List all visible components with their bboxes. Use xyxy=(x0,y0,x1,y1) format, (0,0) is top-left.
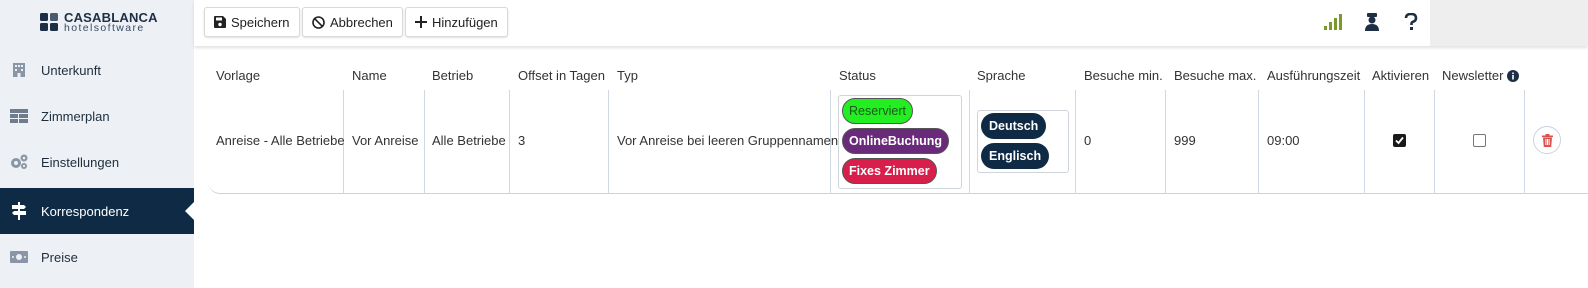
col-header-besuche-min[interactable]: Besuche min. xyxy=(1084,68,1163,83)
cell-ausfuehrungszeit: 09:00 xyxy=(1267,133,1300,148)
save-button[interactable]: Speichern xyxy=(204,7,300,37)
save-label: Speichern xyxy=(231,14,290,30)
sidebar: CASABLANCA hotelsoftware Unterkunft Zimm… xyxy=(0,0,194,288)
cell-offset: 3 xyxy=(518,133,526,148)
sidebar-item-label: Korrespondenz xyxy=(41,203,130,219)
cell-typ: Vor Anreise bei leeren Gruppennamen xyxy=(617,133,839,148)
sidebar-item-preise[interactable]: Preise xyxy=(0,234,194,280)
sidebar-item-einstellungen[interactable]: Einstellungen xyxy=(0,139,194,185)
col-header-newsletter[interactable]: Newsletter xyxy=(1442,68,1520,83)
language-chip-englisch[interactable]: Englisch xyxy=(981,143,1050,169)
col-header-ausfuehrungszeit[interactable]: Ausführungszeit xyxy=(1267,68,1360,83)
cell-vorlage: Anreise - Alle Betriebe xyxy=(216,133,345,148)
sidebar-item-zimmerplan[interactable]: Zimmerplan xyxy=(0,93,194,139)
status-chip-onlinebuchung[interactable]: OnlineBuchung xyxy=(842,128,950,154)
cancel-label: Abbrechen xyxy=(330,14,393,30)
language-chip-deutsch[interactable]: Deutsch xyxy=(981,113,1047,139)
col-header-typ[interactable]: Typ xyxy=(617,68,638,83)
user-profile-icon[interactable] xyxy=(1361,11,1383,33)
delete-button[interactable] xyxy=(1533,126,1561,154)
sidebar-item-label: Einstellungen xyxy=(41,154,120,170)
sidebar-item-label: Zimmerplan xyxy=(41,108,110,124)
ban-icon xyxy=(312,15,325,29)
add-button[interactable]: Hinzufügen xyxy=(405,7,508,37)
language-multiselect[interactable]: Deutsch Englisch xyxy=(977,110,1069,173)
newsletter-checkbox[interactable] xyxy=(1473,134,1486,147)
floorplan-icon xyxy=(9,107,29,125)
col-header-besuche-max[interactable]: Besuche max. xyxy=(1174,68,1256,83)
logo-mark-icon xyxy=(40,13,60,33)
money-icon xyxy=(9,248,29,266)
plus-icon xyxy=(415,16,427,28)
casablanca-logo[interactable]: CASABLANCA hotelsoftware xyxy=(40,10,158,36)
cell-besuche-min: 0 xyxy=(1084,133,1092,148)
sidebar-item-label: Preise xyxy=(41,249,78,265)
cell-name: Vor Anreise xyxy=(352,133,419,148)
col-header-status[interactable]: Status xyxy=(839,68,876,83)
logo-subtitle: hotelsoftware xyxy=(64,22,145,34)
status-chip-reserviert[interactable]: Reserviert xyxy=(842,98,913,124)
newsletter-header-label: Newsletter xyxy=(1442,68,1504,83)
cell-betrieb: Alle Betriebe xyxy=(432,133,506,148)
aktivieren-checkbox[interactable] xyxy=(1393,134,1406,147)
col-header-aktivieren[interactable]: Aktivieren xyxy=(1372,68,1429,83)
floppy-disk-icon xyxy=(214,16,226,28)
add-label: Hinzufügen xyxy=(432,14,498,30)
help-icon[interactable] xyxy=(1400,11,1422,33)
sidebar-item-korrespondenz[interactable]: Korrespondenz xyxy=(0,188,194,234)
sidebar-item-label: Unterkunft xyxy=(41,62,101,78)
trash-icon xyxy=(1541,133,1553,147)
col-header-sprache[interactable]: Sprache xyxy=(977,68,1025,83)
status-multiselect[interactable]: Reserviert OnlineBuchung Fixes Zimmer xyxy=(838,95,962,189)
cell-besuche-max: 999 xyxy=(1174,133,1196,148)
col-header-name[interactable]: Name xyxy=(352,68,387,83)
status-chip-fixes-zimmer[interactable]: Fixes Zimmer xyxy=(842,158,937,184)
col-header-vorlage[interactable]: Vorlage xyxy=(216,68,260,83)
cancel-button[interactable]: Abbrechen xyxy=(302,7,403,37)
building-icon xyxy=(9,61,29,79)
gears-icon xyxy=(9,153,29,171)
sidebar-item-unterkunft[interactable]: Unterkunft xyxy=(0,47,194,93)
signal-strength-icon[interactable] xyxy=(1322,11,1344,33)
info-icon[interactable] xyxy=(1507,69,1520,82)
col-header-offset[interactable]: Offset in Tagen xyxy=(518,68,605,83)
col-header-betrieb[interactable]: Betrieb xyxy=(432,68,473,83)
signpost-icon xyxy=(9,202,29,220)
